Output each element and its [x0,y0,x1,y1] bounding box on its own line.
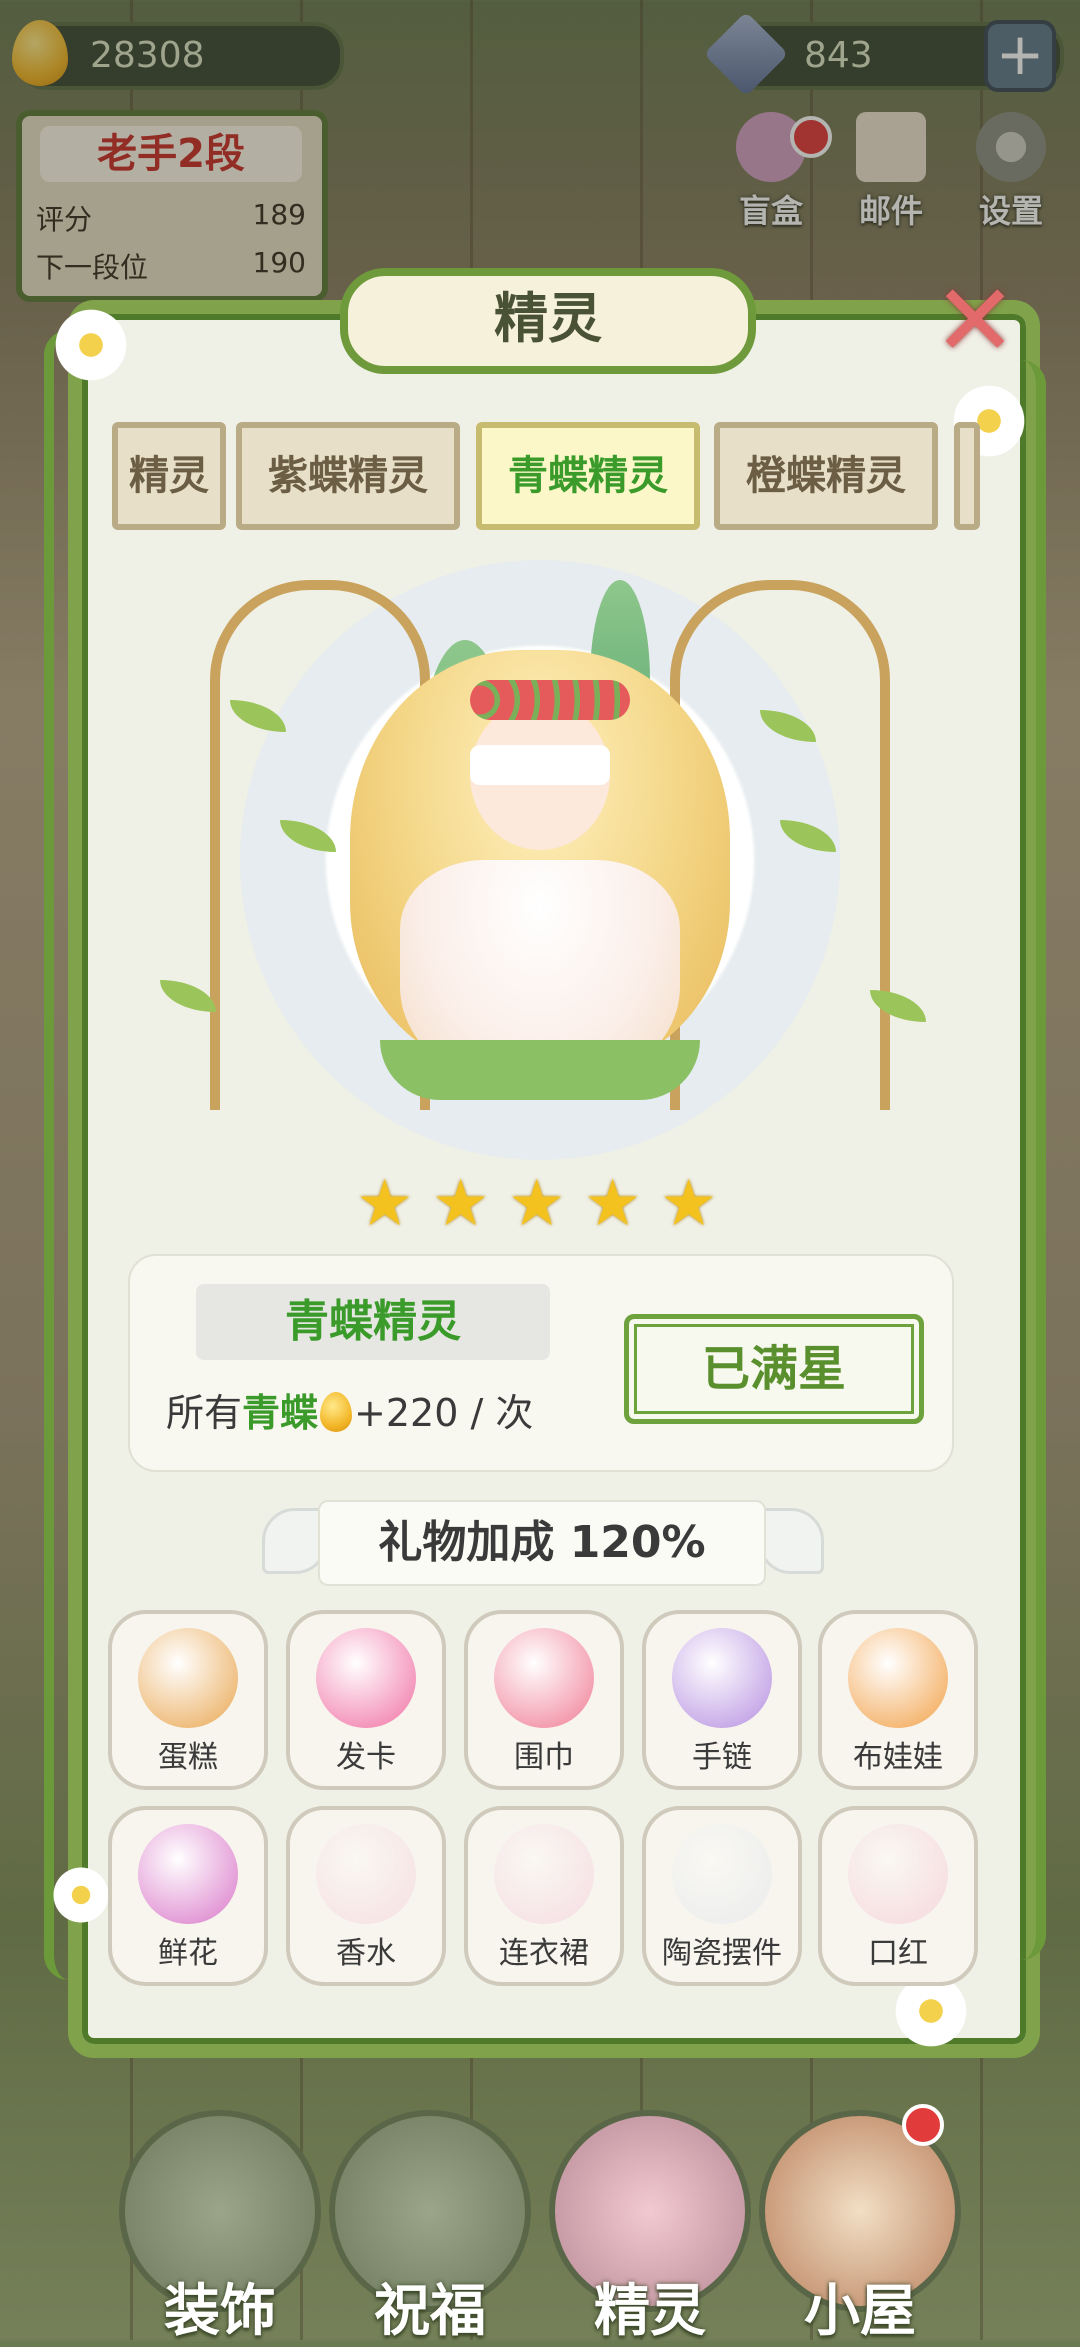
effect-value: +220 / 次 [354,1391,534,1435]
gift-label: 连衣裙 [499,1936,589,1971]
scarf-icon [494,1628,594,1728]
star-icon: ★ [660,1167,718,1241]
tab-orange-butterfly-fairy[interactable]: 橙蝶精灵 [714,422,938,530]
fairy-name: 青蝶精灵 [196,1284,550,1360]
doll-icon [848,1628,948,1728]
bow-icon [316,1628,416,1728]
gift-item[interactable]: 连衣裙 [464,1806,624,1986]
gift-item[interactable]: 围巾 [464,1610,624,1790]
tab-purple-butterfly-fairy[interactable]: 紫蝶精灵 [236,422,460,530]
nav-fairy-label: 精灵 [594,2279,706,2344]
vine-right-decoration [996,360,1046,1960]
tab-next-partial[interactable] [954,422,980,530]
gift-label: 发卡 [336,1740,396,1775]
effect-prefix: 所有 [166,1391,243,1435]
star-icon: ★ [584,1167,642,1241]
lipstick-icon [848,1824,948,1924]
fairy-blindfold [470,745,610,785]
gift-item[interactable]: 手链 [642,1610,802,1790]
star-icon: ★ [508,1167,566,1241]
cake-icon [138,1628,238,1728]
nav-fairy[interactable]: 精灵 [540,2110,760,2344]
gift-bonus: 礼物加成 120% [318,1500,766,1586]
gift-label: 香水 [336,1936,396,1971]
panel-title: 精灵 [340,268,756,374]
gift-item[interactable]: 口红 [818,1806,978,1986]
gift-label: 布娃娃 [853,1740,943,1775]
nav-blessing-label: 祝福 [374,2279,486,2344]
effect-target: 青蝶 [242,1391,319,1435]
max-stars-button[interactable]: 已满星 [624,1314,924,1424]
gift-label: 蛋糕 [158,1740,218,1775]
tab-cyan-butterfly-fairy[interactable]: 青蝶精灵 [476,422,700,530]
bracelet-icon [672,1628,772,1728]
gift-item[interactable]: 发卡 [286,1610,446,1790]
gift-label: 陶瓷摆件 [662,1936,782,1971]
gift-item[interactable]: 陶瓷摆件 [642,1806,802,1986]
nav-decorate[interactable]: 装饰 [110,2110,330,2344]
close-button[interactable]: ✕ [930,271,1020,371]
gift-label: 手链 [692,1740,752,1775]
daisy-decoration [46,1860,116,1930]
ceramic-cat-icon [672,1824,772,1924]
gift-item[interactable]: 香水 [286,1806,446,1986]
gift-item[interactable]: 布娃娃 [818,1610,978,1790]
fairy-skirt [380,1040,700,1100]
butterfly-wing-right-decoration [758,1508,824,1574]
bouquet-icon [138,1824,238,1924]
honey-drop-icon [320,1392,353,1432]
perfume-icon [316,1824,416,1924]
close-icon: ✕ [933,262,1017,379]
nav-house[interactable]: 小屋 [750,2110,970,2344]
daisy-decoration [46,300,136,390]
gift-item[interactable]: 鲜花 [108,1806,268,1986]
nav-house-label: 小屋 [804,2279,916,2344]
flower-crown [470,680,630,720]
vine-left-decoration [44,330,94,1980]
nav-decorate-label: 装饰 [164,2279,276,2344]
gift-label: 口红 [868,1936,928,1971]
tab-fairy[interactable]: 精灵 [112,422,226,530]
gift-item[interactable]: 蛋糕 [108,1610,268,1790]
fairy-effect: 所有青蝶 +220 / 次 [166,1382,533,1437]
gift-label: 鲜花 [158,1936,218,1971]
star-icon: ★ [356,1167,414,1241]
house-notification-badge [902,2104,944,2146]
star-icon: ★ [432,1167,490,1241]
gift-label: 围巾 [514,1740,574,1775]
nav-blessing[interactable]: 祝福 [320,2110,540,2344]
dress-icon [494,1824,594,1924]
